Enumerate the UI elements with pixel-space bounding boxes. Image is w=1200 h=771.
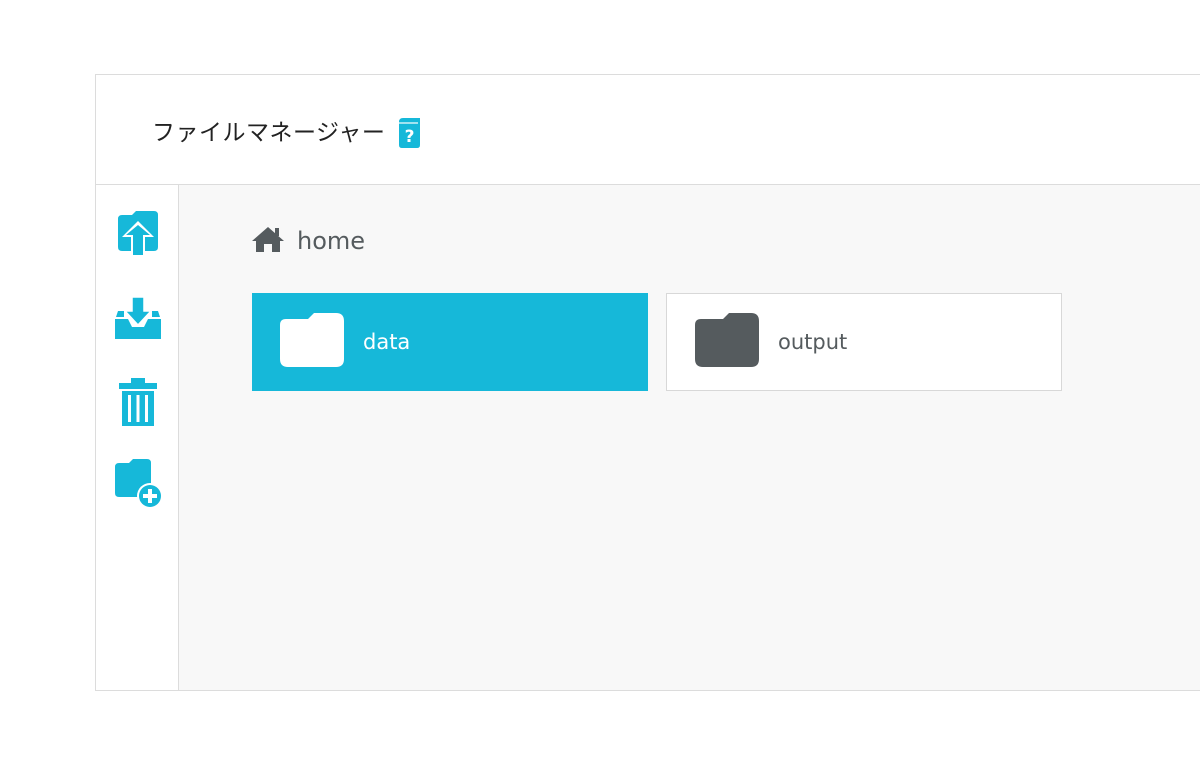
delete-button[interactable] [112, 377, 164, 431]
folder-item-output[interactable]: output [666, 293, 1062, 391]
folder-icon [695, 313, 759, 371]
folder-item-data[interactable]: data [252, 293, 648, 391]
upload-icon [116, 209, 160, 263]
svg-text:?: ? [405, 127, 415, 147]
help-icon[interactable]: ? [395, 116, 423, 150]
header: ファイルマネージャー ? [96, 75, 1200, 185]
breadcrumb-home[interactable]: home [251, 225, 365, 257]
folder-label: output [778, 330, 848, 354]
upload-button[interactable] [112, 209, 164, 263]
download-tray-icon [114, 295, 162, 345]
folder-icon [280, 313, 344, 371]
folder-add-icon [113, 459, 163, 513]
breadcrumb-label: home [297, 227, 366, 255]
file-area: home data output [179, 185, 1200, 690]
download-button[interactable] [112, 293, 164, 347]
home-icon [251, 225, 285, 257]
trash-icon [118, 377, 158, 431]
app-title: ファイルマネージャー [152, 119, 386, 146]
folder-label: data [363, 330, 411, 354]
file-manager-window: ファイルマネージャー ? home data output [95, 74, 1200, 691]
toolbar [96, 185, 179, 690]
new-folder-button[interactable] [112, 459, 164, 513]
